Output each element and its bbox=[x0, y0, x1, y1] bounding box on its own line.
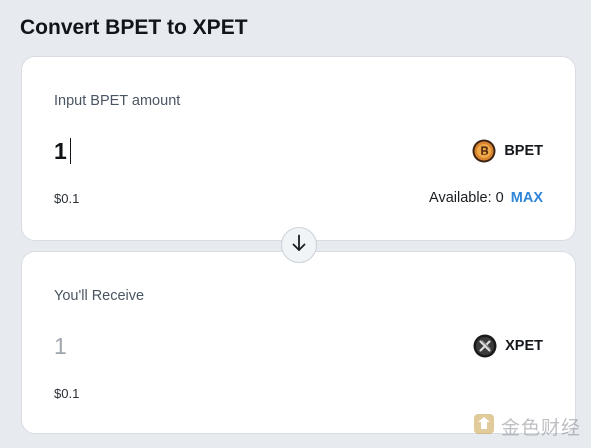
input-usd-value: $0.1 bbox=[54, 190, 80, 206]
token-symbol-xpet: XPET bbox=[505, 338, 543, 354]
bpet-coin-icon bbox=[472, 139, 496, 163]
receive-amount-row: 1 XPET bbox=[54, 330, 543, 362]
receive-info-row: $0.1 bbox=[54, 384, 543, 402]
receive-card: You'll Receive 1 XPET $0.1 bbox=[21, 251, 576, 434]
max-button[interactable]: MAX bbox=[511, 190, 543, 206]
text-caret bbox=[69, 138, 71, 164]
amount-input[interactable]: 1 bbox=[54, 138, 71, 164]
amount-input-value: 1 bbox=[54, 137, 67, 164]
input-card: Input BPET amount 1 BPET $0.1 Available:… bbox=[21, 56, 576, 241]
token-xpet: XPET bbox=[473, 334, 543, 358]
receive-amount: 1 bbox=[54, 332, 67, 359]
watermark: 金色财经 bbox=[473, 413, 581, 440]
available-balance: Available: 0 MAX bbox=[429, 190, 543, 206]
receive-label: You'll Receive bbox=[54, 288, 145, 304]
token-selector-bpet[interactable]: BPET bbox=[472, 139, 543, 163]
receive-usd-value: $0.1 bbox=[54, 385, 80, 401]
arrow-down-icon bbox=[291, 234, 307, 257]
available-label: Available: 0 bbox=[429, 190, 504, 206]
xpet-coin-icon bbox=[473, 334, 497, 358]
input-amount-row: 1 BPET bbox=[54, 135, 543, 167]
jinse-logo-icon bbox=[473, 413, 495, 440]
input-label: Input BPET amount bbox=[54, 93, 181, 109]
swap-direction-button[interactable] bbox=[281, 227, 317, 263]
watermark-text: 金色财经 bbox=[500, 418, 581, 439]
page-title: Convert BPET to XPET bbox=[20, 16, 248, 39]
token-symbol-bpet: BPET bbox=[504, 143, 543, 159]
input-info-row: $0.1 Available: 0 MAX bbox=[54, 189, 543, 207]
